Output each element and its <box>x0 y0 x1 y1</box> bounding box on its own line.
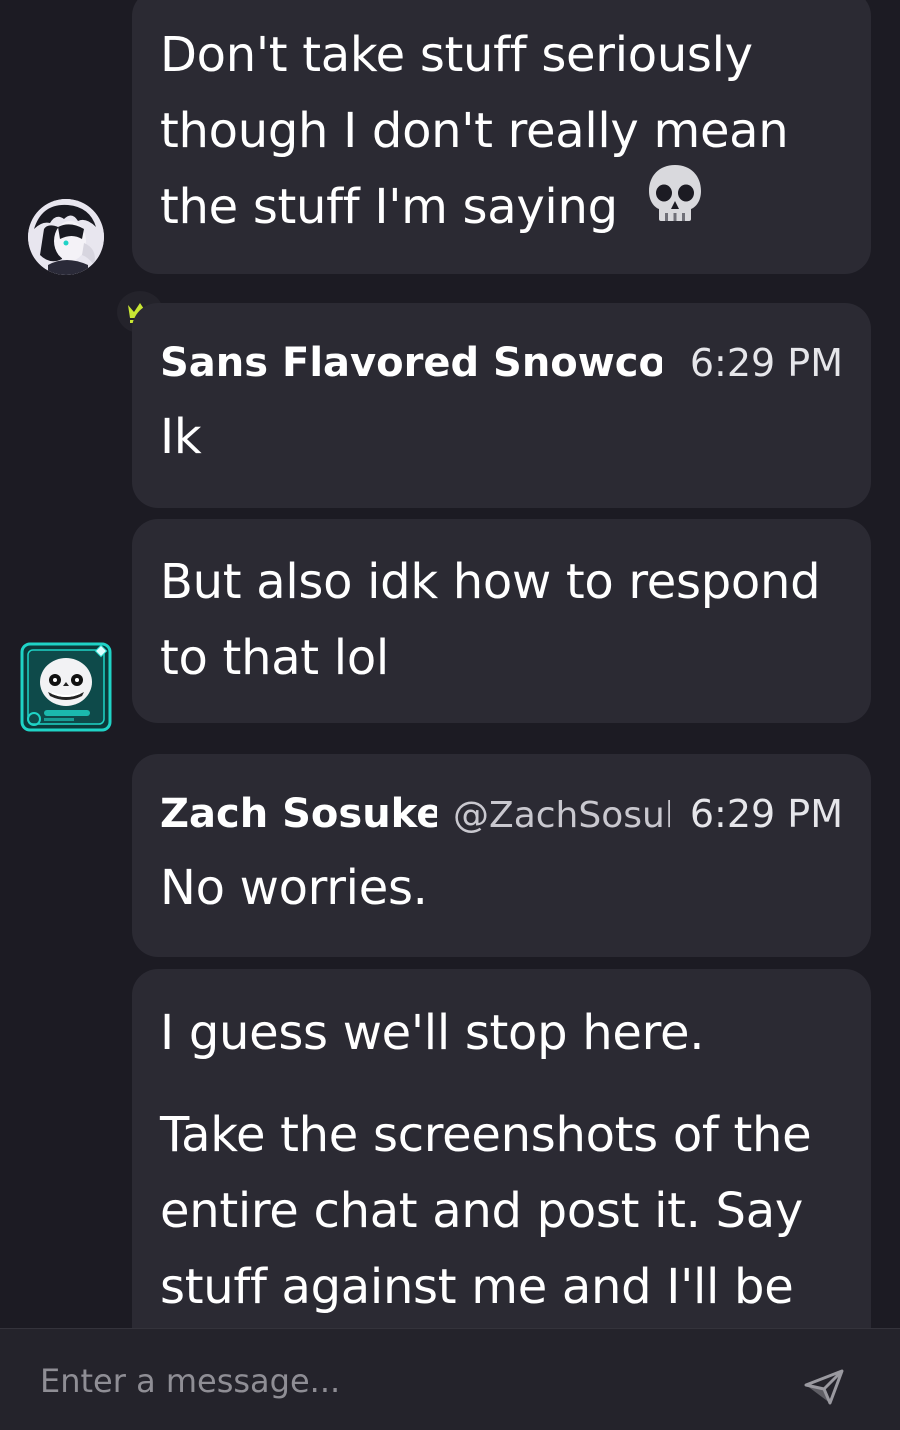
message-timestamp: 6:29 PM <box>689 792 843 836</box>
skull-emoji <box>647 163 703 245</box>
avatar-user-2[interactable] <box>20 642 112 732</box>
message-text-line: the stuff I'm saying <box>160 179 618 235</box>
message-text-line: I guess we'll stop here. <box>160 1005 705 1061</box>
message-header: Zach Sosuke @ZachSosul 6:29 PM <box>160 784 843 844</box>
message-composer <box>0 1328 900 1430</box>
message-bubble[interactable]: I guess we'll stop here. Take the screen… <box>132 969 871 1369</box>
sender-name[interactable]: Zach Sosuke <box>160 784 437 844</box>
message-text-line: No worries. <box>160 860 428 916</box>
message-bubble[interactable]: Zach Sosuke @ZachSosul 6:29 PM No worrie… <box>132 754 871 957</box>
message-bubble[interactable]: But also idk how to respond to that lol <box>132 519 871 723</box>
message-bubble[interactable]: Don't take stuff seriously though I don'… <box>132 0 871 274</box>
message-text-line: But also idk how to respond <box>160 554 821 610</box>
message-input[interactable] <box>38 1355 782 1407</box>
avatar-image <box>28 199 104 275</box>
sender-handle[interactable]: @ZachSosul <box>453 786 670 846</box>
message-text-line: though I don't really mean <box>160 103 789 159</box>
send-icon[interactable] <box>804 1369 844 1405</box>
message-text-line: to that lol <box>160 630 389 686</box>
message-bubble[interactable]: Sans Flavored Snowcor 6:29 PM Ik <box>132 303 871 508</box>
message-timestamp: 6:29 PM <box>689 341 843 385</box>
message-text-line: Don't take stuff seriously <box>160 27 753 83</box>
message-text-line: entire chat and post it. Say <box>160 1183 803 1239</box>
message-text-line: stuff against me and I'll be <box>160 1259 794 1315</box>
sender-name[interactable]: Sans Flavored Snowcor <box>160 333 662 393</box>
avatar-user-1[interactable] <box>28 199 104 275</box>
message-text-line: Take the screenshots of the <box>160 1107 812 1163</box>
message-text-line-with-emoji: the stuff I'm saying <box>160 165 843 251</box>
message-text-line: Ik <box>160 409 202 465</box>
avatar-image <box>20 642 112 732</box>
message-header: Sans Flavored Snowcor 6:29 PM <box>160 333 843 393</box>
